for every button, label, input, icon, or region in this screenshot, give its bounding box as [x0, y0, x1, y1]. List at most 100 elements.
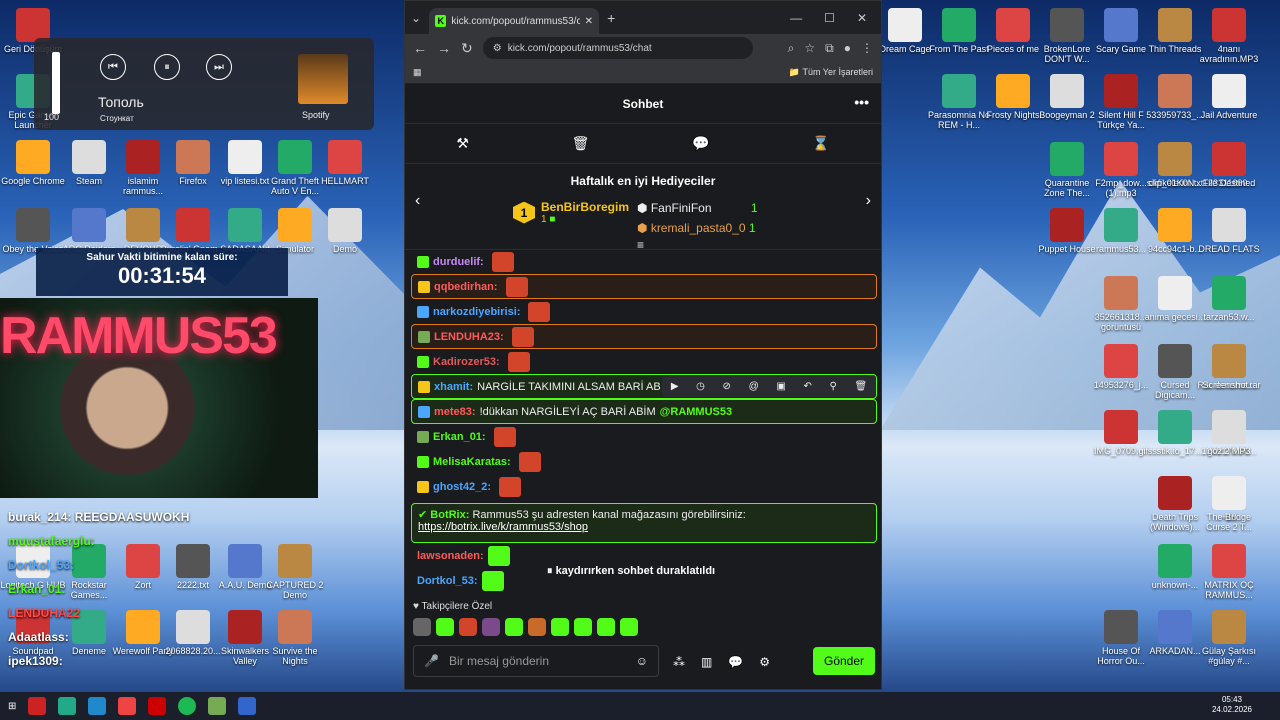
app-icon[interactable]: [58, 697, 77, 715]
profile-icon[interactable]: ●: [844, 41, 851, 55]
minimize-button[interactable]: —: [790, 11, 802, 25]
chat-mention[interactable]: @RAMMUS53: [660, 406, 732, 418]
chat-message[interactable]: durduelif:: [411, 249, 877, 274]
gavel-icon[interactable]: ⚒: [456, 135, 469, 152]
desktop-icon[interactable]: tarzan53.w...: [1196, 276, 1262, 322]
emote[interactable]: [574, 618, 592, 636]
chat-message[interactable]: mete83: !dükkan NARGİLEYİ AÇ BARİ ABİM @RA…: [411, 399, 877, 424]
chat-username[interactable]: Erkan_01:: [433, 431, 486, 443]
desktop-icon[interactable]: Puppet House: [1034, 208, 1100, 254]
app-icon[interactable]: [238, 697, 257, 715]
menu-icon[interactable]: ⋮: [861, 41, 873, 55]
paused-banner[interactable]: ⏸ kaydırırken sohbet duraklatıldı: [539, 561, 724, 582]
chrome-icon[interactable]: [118, 697, 137, 715]
desktop-icon[interactable]: göz 2.MP3: [1196, 410, 1262, 456]
points-icon[interactable]: ⁂: [673, 655, 685, 669]
play-icon[interactable]: ▶: [671, 381, 679, 392]
desktop-icon[interactable]: CAPTURED 2 Demo: [262, 544, 328, 600]
emote[interactable]: [413, 618, 431, 636]
copy-icon[interactable]: ▣: [776, 381, 785, 392]
chat-username[interactable]: durduelif:: [433, 256, 484, 268]
hourglass-icon[interactable]: ⌛: [812, 135, 829, 152]
emote[interactable]: [551, 618, 569, 636]
maximize-button[interactable]: ☐: [824, 11, 835, 25]
chat-message[interactable]: MelisaKaratas:: [411, 449, 877, 474]
pin-icon[interactable]: ⚲: [829, 381, 836, 392]
apps-icon[interactable]: ▦: [413, 67, 422, 78]
forward-icon[interactable]: →: [437, 40, 451, 56]
chat-username[interactable]: narkozdiyebirisi:: [433, 306, 520, 318]
settings-icon[interactable]: ⚙: [759, 655, 770, 669]
emote[interactable]: [505, 618, 523, 636]
chat-username[interactable]: xhamit:: [434, 381, 473, 393]
tab-search-icon[interactable]: ⌄: [411, 11, 421, 25]
chat-icon[interactable]: 💬: [728, 655, 743, 669]
message-input[interactable]: 🎤 Bir mesaj gönderin ☺: [413, 645, 659, 677]
all-bookmarks[interactable]: 📁 Tüm Yer İşaretleri: [789, 67, 873, 78]
send-button[interactable]: Gönder: [813, 647, 875, 675]
emote[interactable]: [528, 618, 546, 636]
desktop-icon[interactable]: HELLMART: [312, 140, 378, 186]
previous-track-button[interactable]: ⏮: [100, 54, 126, 80]
youtube-icon[interactable]: [148, 697, 167, 715]
gifters-prev-icon[interactable]: ‹: [415, 192, 420, 210]
desktop-icon[interactable]: DREAD FLATS: [1196, 208, 1262, 254]
bot-message[interactable]: ✔ BotRix: Rammus53 şu adresten kanal mağ…: [411, 503, 877, 543]
spotify-icon[interactable]: [178, 697, 197, 715]
chat-username[interactable]: lawsonaden:: [417, 550, 484, 562]
timeout-icon[interactable]: ◷: [696, 381, 705, 392]
chat-message[interactable]: ghost42_2:: [411, 474, 877, 499]
emote[interactable]: [436, 618, 454, 636]
desktop-icon[interactable]: Gülay Şarkısı #gülay #...: [1196, 610, 1262, 666]
url-field[interactable]: ⚙ kick.com/popout/rammus53/chat: [482, 37, 753, 59]
close-tab-icon[interactable]: ✕: [585, 16, 593, 27]
desktop-icon[interactable]: Demo: [312, 208, 378, 254]
app-icon[interactable]: [208, 697, 227, 715]
chat-username[interactable]: qqbedirhan:: [434, 281, 498, 293]
start-icon[interactable]: ⊞: [8, 701, 16, 712]
desktop-icon[interactable]: File Destined: [1196, 142, 1262, 188]
new-tab-button[interactable]: +: [607, 10, 615, 26]
desktop-icon[interactable]: Screenshot...: [1196, 344, 1262, 390]
chat-username[interactable]: Dortkol_53:: [417, 575, 478, 587]
mic-icon[interactable]: 🎤: [424, 654, 439, 668]
bookmark-star-icon[interactable]: ☆: [804, 41, 815, 55]
back-icon[interactable]: ←: [413, 40, 427, 56]
close-window-button[interactable]: ✕: [857, 11, 867, 25]
bot-username[interactable]: BotRix:: [430, 509, 469, 521]
gifter-third[interactable]: ⬢ kremali_pasta0_0 1: [637, 218, 758, 238]
site-info-icon[interactable]: ⚙: [493, 43, 502, 54]
desktop-icon[interactable]: MATRIX OÇ RAMMUS...: [1196, 544, 1262, 600]
store-icon[interactable]: ▥: [701, 655, 712, 669]
emoji-icon[interactable]: ☺: [636, 654, 648, 668]
clock[interactable]: 05:43 24.02.2026: [1212, 695, 1252, 715]
app-icon[interactable]: [28, 697, 47, 715]
chat-username[interactable]: MelisaKaratas:: [433, 456, 511, 468]
app-icon[interactable]: [88, 697, 107, 715]
unpin-icon[interactable]: ⊘: [723, 381, 731, 392]
desktop-icon[interactable]: Survive the Nights: [262, 610, 328, 666]
chat-message[interactable]: xhamit: NARGİLE TAKIMINI ALSAM BARİ AB ▶ ◷ ⊘…: [411, 374, 877, 399]
emote[interactable]: [597, 618, 615, 636]
gifter-second[interactable]: ⬢ FanFiniFon 1: [637, 198, 758, 218]
next-track-button[interactable]: ⏭: [206, 54, 232, 80]
reply-icon[interactable]: @: [749, 381, 759, 392]
undo-icon[interactable]: ↶: [803, 381, 811, 392]
browser-tab[interactable]: K kick.com/popout/rammus53/ch ✕: [429, 8, 600, 34]
delete-icon[interactable]: 🗑: [854, 381, 867, 392]
pause-button[interactable]: ⏸: [154, 54, 180, 80]
desktop-icon[interactable]: Jail Adventure: [1196, 74, 1262, 120]
volume-bar[interactable]: [52, 52, 60, 114]
reload-icon[interactable]: ↻: [461, 40, 473, 57]
emote[interactable]: [482, 618, 500, 636]
chat-username[interactable]: LENDUHA23:: [434, 331, 504, 343]
chat-message[interactable]: narkozdiyebirisi:: [411, 299, 877, 324]
chat-username[interactable]: mete83:: [434, 406, 476, 418]
chat-message[interactable]: qqbedirhan:: [411, 274, 877, 299]
gifters-next-icon[interactable]: ›: [866, 192, 871, 210]
chat-username[interactable]: Kadirozer53:: [433, 356, 500, 368]
desktop-icon[interactable]: 4nanı avradının.MP3: [1196, 8, 1262, 64]
shop-link[interactable]: https://botrix.live/k/rammus53/shop: [418, 521, 588, 533]
chat-bubble-icon[interactable]: 💬: [692, 135, 709, 152]
emote[interactable]: [620, 618, 638, 636]
